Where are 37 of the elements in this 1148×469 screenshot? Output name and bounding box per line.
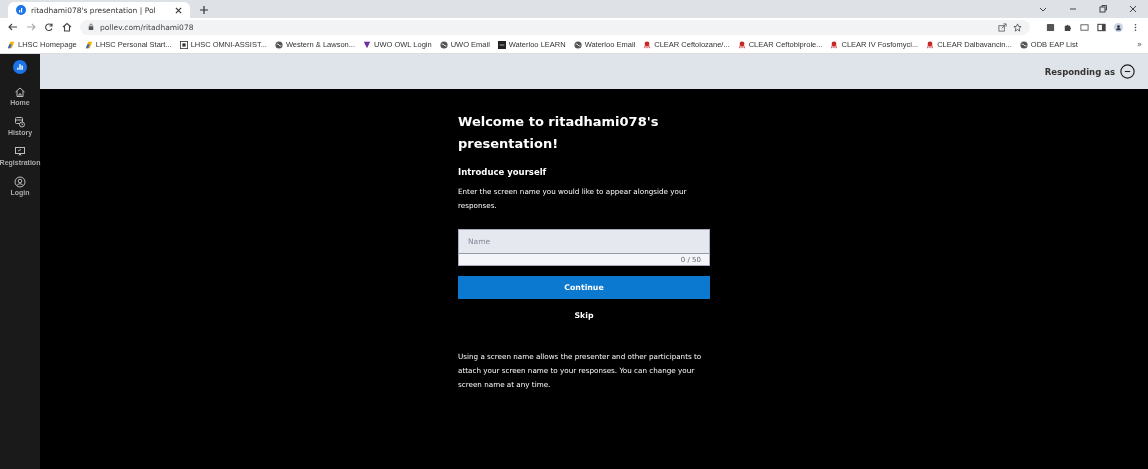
- star-icon[interactable]: [1013, 22, 1022, 32]
- close-icon[interactable]: [1128, 4, 1138, 14]
- side-panel-icon[interactable]: [1097, 22, 1106, 32]
- poll-logo-icon: [16, 5, 26, 15]
- bookmark-icon: [830, 40, 839, 49]
- avatar-icon[interactable]: [1120, 64, 1135, 79]
- bookmark-icon: [7, 40, 15, 49]
- back-icon[interactable]: [8, 22, 18, 32]
- puzzle-icon[interactable]: [1063, 22, 1072, 32]
- globe-icon: [439, 40, 448, 49]
- restore-icon[interactable]: [1098, 4, 1108, 14]
- welcome-title: Welcome to ritadhami078's presentation!: [458, 113, 660, 153]
- responding-as-label: Responding as: [1044, 66, 1115, 77]
- presentation-board-icon: [14, 146, 26, 158]
- new-tab-icon[interactable]: [200, 6, 208, 14]
- bookmark-icon: [926, 40, 935, 49]
- bookmark-icon: [643, 40, 652, 49]
- section-heading: Introduce yourself: [458, 167, 548, 177]
- history-icon: [14, 116, 26, 128]
- home-icon[interactable]: [62, 22, 72, 32]
- bookmark-icon: [497, 40, 506, 49]
- poll-logo-icon[interactable]: [13, 60, 27, 74]
- bookmark-icon: [179, 40, 188, 49]
- bookmark-icon: [363, 40, 371, 49]
- globe-icon: [1019, 40, 1028, 49]
- home-icon: [14, 86, 26, 98]
- profile-icon[interactable]: [1114, 22, 1123, 32]
- user-circle-icon: [14, 176, 26, 188]
- bookmark-icon: [84, 40, 93, 49]
- close-icon[interactable]: [175, 6, 182, 14]
- share-icon[interactable]: [998, 22, 1007, 32]
- globe-icon: [573, 40, 582, 49]
- lock-icon: [88, 23, 94, 31]
- globe-icon: [274, 40, 283, 49]
- bookmark-icon: [737, 40, 746, 49]
- reload-icon[interactable]: [44, 22, 54, 32]
- more-bookmarks-button[interactable]: »: [1137, 40, 1144, 49]
